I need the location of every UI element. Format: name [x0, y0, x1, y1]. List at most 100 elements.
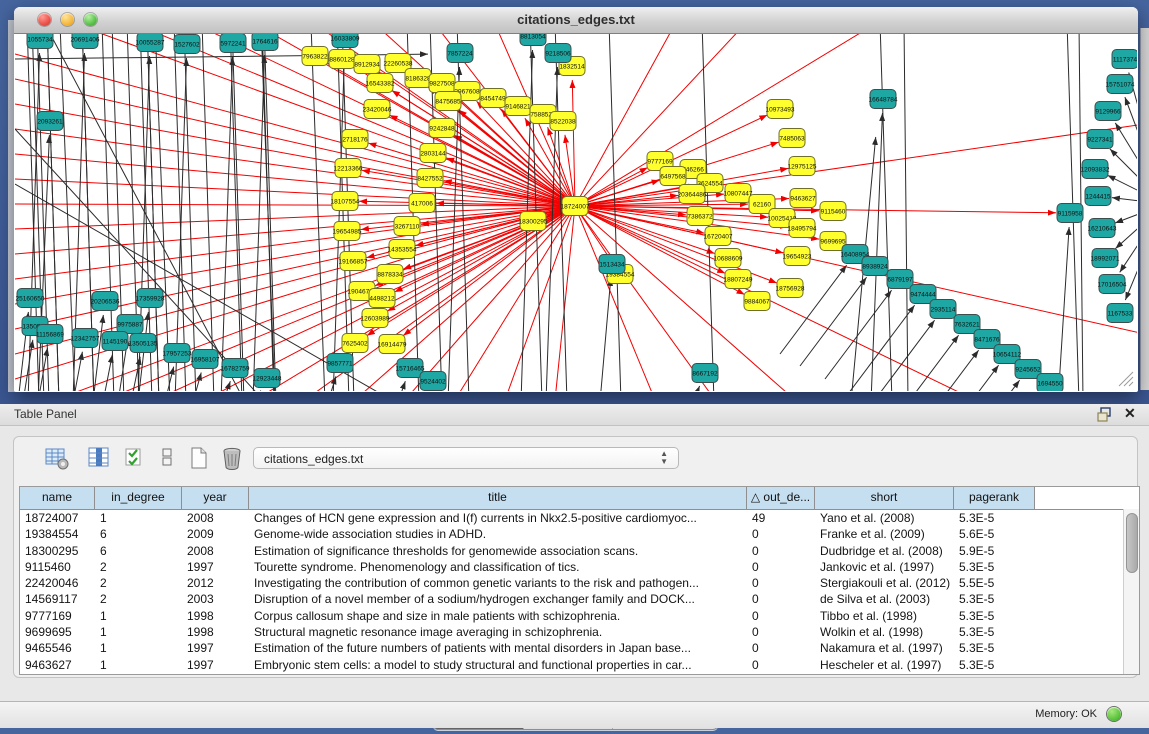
svg-text:9884067: 9884067	[744, 298, 770, 305]
svg-text:62160: 62160	[753, 201, 771, 208]
table-cell: Tourette syndrome. Phenomenology and cla…	[249, 559, 747, 575]
vertical-scrollbar[interactable]	[1123, 509, 1139, 674]
svg-text:18756928: 18756928	[776, 285, 805, 292]
table-cell: 2008	[182, 543, 249, 559]
table-cell: 5.6E-5	[954, 526, 1035, 542]
table-chooser-combobox[interactable]: citations_edges.txt ▲▼	[253, 447, 679, 469]
table-cell: 5.3E-5	[954, 640, 1035, 656]
table-row[interactable]: 1456911722003Disruption of a novel membe…	[20, 591, 1139, 607]
svg-text:8454749: 8454749	[480, 95, 506, 102]
svg-text:9129966: 9129966	[1095, 108, 1121, 115]
background-window-edge-right	[1140, 28, 1149, 390]
table-cell: 18300295	[20, 543, 95, 559]
table-row[interactable]: 1938455462009Genome-wide association stu…	[20, 526, 1139, 542]
table-cell: 0	[747, 543, 815, 559]
table-cell: 9115460	[20, 559, 95, 575]
close-panel-icon[interactable]: ✕	[1124, 405, 1136, 422]
table-cell: 2	[95, 575, 182, 591]
svg-text:16914479: 16914479	[378, 341, 407, 348]
table-row[interactable]: 1830029562008Estimation of significance …	[20, 543, 1139, 559]
column-header-name[interactable]: name	[20, 487, 95, 509]
table-row[interactable]: 1872400712008Changes of HCN gene express…	[20, 510, 1139, 526]
table-row[interactable]: 946554611997Estimation of the future num…	[20, 640, 1139, 656]
svg-text:15751074: 15751074	[1106, 81, 1135, 88]
scrollbar-thumb[interactable]	[1126, 513, 1138, 573]
svg-text:18495794: 18495794	[788, 225, 817, 232]
svg-text:16720407: 16720407	[704, 233, 733, 240]
svg-text:1244415: 1244415	[1085, 193, 1111, 200]
table-cell: Estimation of the future numbers of pati…	[249, 640, 747, 656]
svg-text:12342757: 12342757	[71, 335, 100, 342]
float-panel-icon[interactable]	[1097, 407, 1113, 422]
svg-text:7963822: 7963822	[302, 53, 328, 60]
table-cell: 2	[95, 559, 182, 575]
svg-text:19166857: 19166857	[339, 258, 368, 265]
table-cell: de Silva et al. (2003)	[815, 591, 954, 607]
svg-text:16543382: 16543382	[366, 80, 395, 87]
svg-text:17016504: 17016504	[1098, 281, 1127, 288]
svg-text:11156869: 11156869	[36, 331, 64, 338]
svg-text:8471676: 8471676	[974, 336, 1000, 343]
svg-text:18992071: 18992071	[1091, 255, 1120, 262]
table-cell: 1	[95, 657, 182, 673]
svg-text:8667192: 8667192	[692, 370, 718, 377]
select-all-icon[interactable]	[122, 445, 148, 471]
column-header-out_de[interactable]: △ out_de...	[747, 487, 815, 509]
svg-text:8186328: 8186328	[405, 75, 431, 82]
table-cell: Embryonic stem cells: a model to study s…	[249, 657, 747, 673]
svg-text:1055734: 1055734	[27, 36, 53, 43]
svg-text:7386372: 7386372	[687, 213, 713, 220]
svg-text:16958107: 16958107	[191, 356, 220, 363]
table-settings-icon[interactable]	[44, 445, 70, 471]
column-header-pagerank[interactable]: pagerank	[954, 487, 1035, 509]
table-cell: 6	[95, 543, 182, 559]
column-header-in_degree[interactable]: in_degree	[95, 487, 182, 509]
svg-text:5972241: 5972241	[220, 40, 246, 47]
svg-text:9218506: 9218506	[545, 50, 571, 57]
svg-text:1117374: 1117374	[1113, 56, 1137, 63]
table-body: 1872400712008Changes of HCN gene express…	[20, 510, 1139, 673]
table-cell: 5.3E-5	[954, 657, 1035, 673]
row-chooser-icon[interactable]	[155, 445, 181, 471]
table-cell: Franke et al. (2009)	[815, 526, 954, 542]
table-row[interactable]: 969969511998Structural magnetic resonanc…	[20, 624, 1139, 640]
svg-text:9115460: 9115460	[821, 208, 846, 215]
table-cell: 9699695	[20, 624, 95, 640]
table-cell: Disruption of a novel member of a sodium…	[249, 591, 747, 607]
svg-text:9115958: 9115958	[1058, 210, 1083, 217]
table-cell: 0	[747, 608, 815, 624]
table-cell: 1997	[182, 559, 249, 575]
svg-text:9227341: 9227341	[1087, 136, 1113, 143]
svg-text:10973493: 10973493	[766, 106, 795, 113]
column-header-short[interactable]: short	[815, 487, 954, 509]
column-header-year[interactable]: year	[182, 487, 249, 509]
table-cell: Changes of HCN gene expression and I(f) …	[249, 510, 747, 526]
svg-text:8522038: 8522038	[550, 118, 576, 125]
table-panel-header: Table Panel ✕	[0, 404, 1149, 426]
svg-text:3267110: 3267110	[395, 223, 420, 230]
table-cell: 1998	[182, 624, 249, 640]
network-canvas[interactable]: 1872400718300295193845549777169746266649…	[15, 34, 1137, 391]
svg-text:1832514: 1832514	[559, 63, 585, 70]
show-column-icon[interactable]	[86, 445, 112, 471]
table-row[interactable]: 2242004622012Investigating the contribut…	[20, 575, 1139, 591]
table-cell: 22420046	[20, 575, 95, 591]
table-cell: 1	[95, 510, 182, 526]
delete-column-icon[interactable]	[219, 445, 245, 471]
new-column-icon[interactable]	[186, 445, 212, 471]
table-row[interactable]: 946362711997Embryonic stem cells: a mode…	[20, 657, 1139, 673]
svg-text:22260538: 22260538	[384, 60, 413, 67]
column-header-title[interactable]: title	[249, 487, 747, 509]
table-cell: 49	[747, 510, 815, 526]
table-cell: 5.3E-5	[954, 591, 1035, 607]
status-bar: Memory: OK	[0, 701, 1149, 728]
svg-text:10055287: 10055287	[136, 39, 165, 46]
window-titlebar[interactable]: citations_edges.txt	[14, 7, 1138, 34]
table-row[interactable]: 911546021997Tourette syndrome. Phenomeno…	[20, 559, 1139, 575]
table-cell: 5.3E-5	[954, 559, 1035, 575]
svg-text:1527602: 1527602	[174, 41, 200, 48]
svg-text:6497568: 6497568	[660, 173, 686, 180]
table-row[interactable]: 977716911998Corpus callosum shape and si…	[20, 608, 1139, 624]
resize-grip-icon[interactable]	[1119, 372, 1133, 386]
svg-text:12213366: 12213366	[334, 165, 363, 172]
